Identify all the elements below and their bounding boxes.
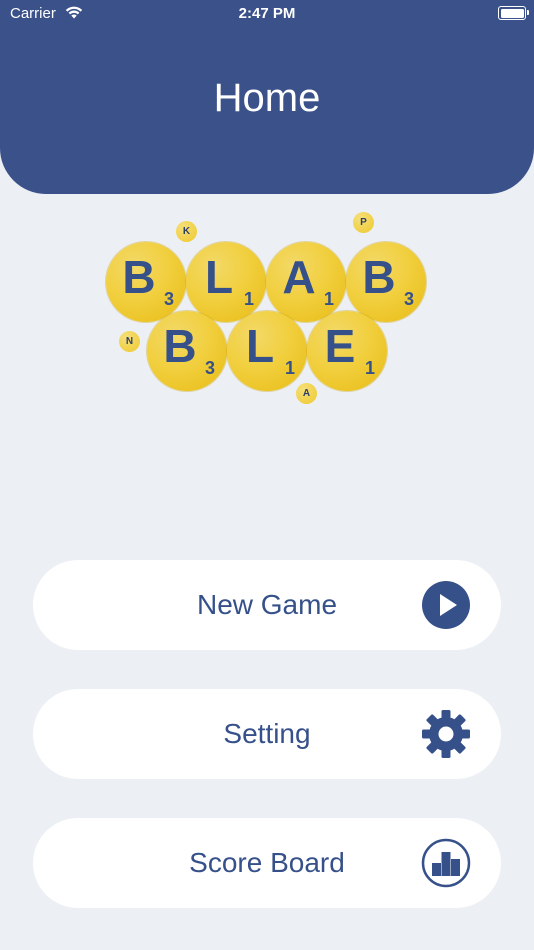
podium-icon xyxy=(421,838,471,888)
setting-button[interactable]: Setting xyxy=(33,689,501,779)
score-board-button[interactable]: Score Board xyxy=(33,818,501,908)
tile-score: 1 xyxy=(284,358,295,378)
new-game-button[interactable]: New Game xyxy=(33,560,501,650)
logo-tile: B 3 xyxy=(106,242,186,322)
logo-tile: A 1 xyxy=(266,242,346,322)
logo-tile: L 1 xyxy=(186,242,266,322)
tile-score: 3 xyxy=(163,289,174,309)
logo-bubble: A xyxy=(296,383,317,404)
logo-bubble: P xyxy=(353,212,374,233)
play-circle-icon xyxy=(421,580,471,630)
logo-tile: B 3 xyxy=(147,311,227,391)
tile-letter: B xyxy=(362,251,396,303)
status-bar: Carrier 2:47 PM xyxy=(0,0,534,28)
tile-letter: A xyxy=(282,251,316,303)
logo-bubble: N xyxy=(119,331,140,352)
logo-tile: L 1 xyxy=(227,311,307,391)
logo-tile: E 1 xyxy=(307,311,387,391)
gear-icon xyxy=(421,709,471,759)
page-title: Home xyxy=(213,76,321,120)
battery-icon xyxy=(498,6,529,20)
tile-letter: B xyxy=(122,251,156,303)
clock-time: 2:47 PM xyxy=(238,5,296,22)
tile-score: 1 xyxy=(243,289,254,309)
tile-letter: B xyxy=(163,320,197,372)
tile-score: 1 xyxy=(364,358,375,378)
logo-tile: B 3 xyxy=(346,242,426,322)
tile-score: 3 xyxy=(204,358,215,378)
logo-bubble: K xyxy=(176,221,197,242)
tile-letter: L xyxy=(245,320,275,372)
tile-score: 3 xyxy=(403,289,414,309)
tile-letter: L xyxy=(204,251,234,303)
tile-score: 1 xyxy=(323,289,334,309)
blabble-logo: K P N A B 3 L 1 A 1 B 3 B 3 L 1 E 1 xyxy=(0,200,534,420)
tile-letter: E xyxy=(324,320,356,372)
header-bar: Carrier 2:47 PM Home xyxy=(0,0,534,194)
